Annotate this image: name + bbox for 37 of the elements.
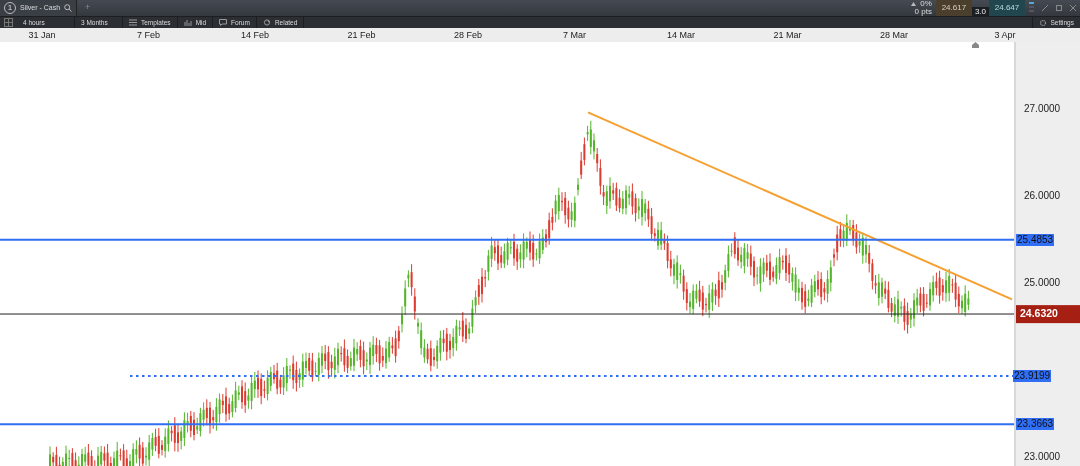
speech-bubble-icon <box>219 19 228 26</box>
price-label: 25.0000 <box>1024 275 1061 290</box>
date-label: 28 Mar <box>880 29 908 42</box>
bars-icon <box>183 19 192 26</box>
price-label: 26.0000 <box>1024 188 1061 203</box>
horizontal-line[interactable] <box>0 238 1014 241</box>
price-label: 27.0000 <box>1024 101 1061 116</box>
date-label: 28 Feb <box>454 29 482 42</box>
date-label: 7 Feb <box>137 29 160 42</box>
date-label: 14 Feb <box>241 29 269 42</box>
date-label: 3 Apr <box>994 29 1016 42</box>
sell-price[interactable]: 24.617 <box>935 0 972 16</box>
trend-line[interactable] <box>587 111 1013 301</box>
level-price-label: 25.4853 <box>1016 233 1055 246</box>
dotted-line[interactable] <box>129 374 1014 377</box>
list-icon <box>129 19 137 26</box>
date-label: 21 Mar <box>773 29 802 42</box>
level-price-label: 23.9199 <box>1013 369 1052 382</box>
buy-price[interactable]: 24.647 <box>989 0 1025 16</box>
date-label: 31 Jan <box>28 29 56 42</box>
level-bars-icon <box>1029 2 1034 14</box>
date-label: 21 Feb <box>347 29 376 42</box>
change-points: 0 pts <box>914 8 932 16</box>
horizontal-line[interactable] <box>0 423 1014 426</box>
change-percent: 0% <box>920 0 932 8</box>
grid-icon[interactable] <box>4 18 13 27</box>
cycle-icon <box>262 19 271 26</box>
close-icon[interactable] <box>1070 5 1076 11</box>
popout-icon[interactable] <box>1056 5 1062 11</box>
spread-value: 3.0 <box>971 7 989 16</box>
search-icon[interactable] <box>64 4 73 12</box>
current-price-label: 24.6320 <box>1016 305 1080 323</box>
date-label: 14 Mar <box>667 29 695 42</box>
level-price-label: 23.3663 <box>1016 418 1055 431</box>
up-triangle-icon <box>911 2 917 6</box>
price-label: 23.0000 <box>1024 449 1061 464</box>
date-label: 7 Mar <box>563 29 586 42</box>
